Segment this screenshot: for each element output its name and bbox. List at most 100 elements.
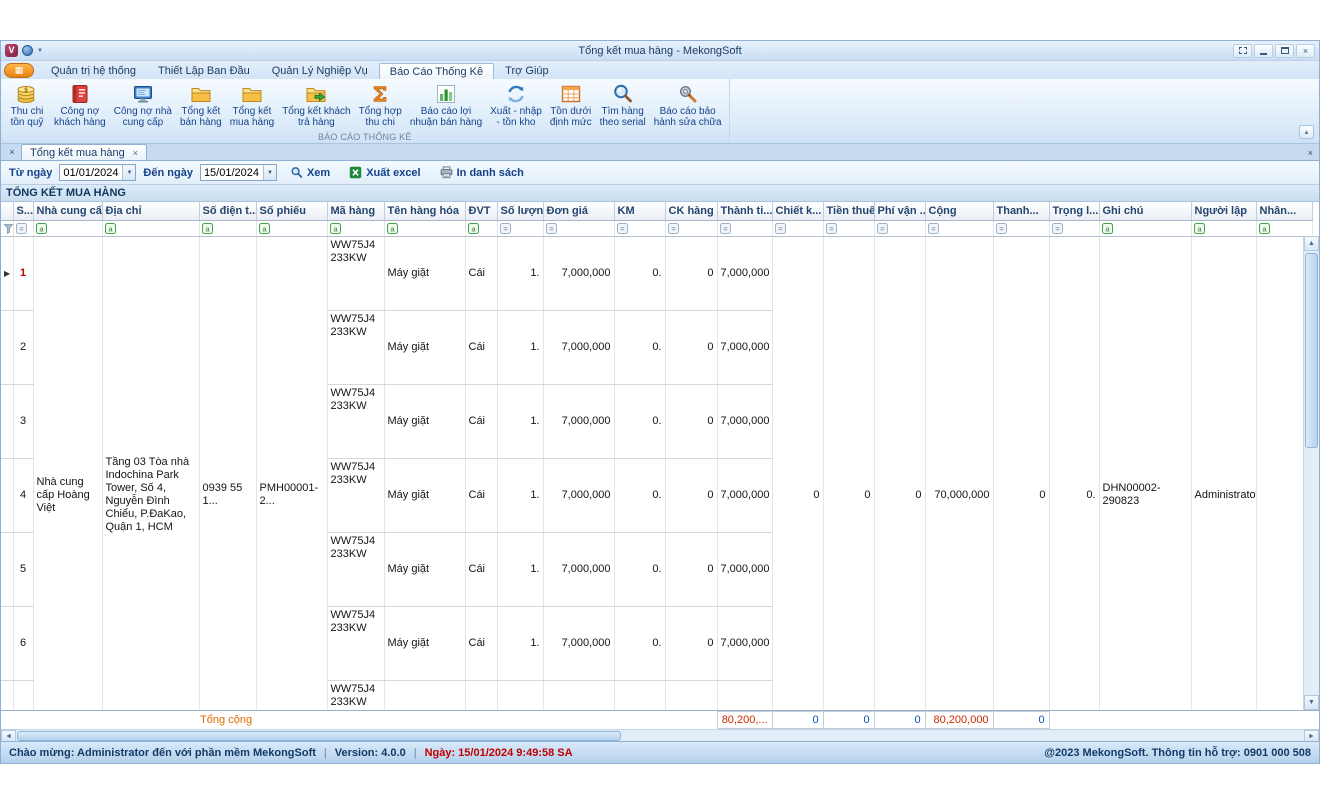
col-header-dvt[interactable]: ĐVT [465,202,497,220]
filter-cell-dvt[interactable]: a [465,220,497,236]
cell-ten[interactable] [384,680,465,710]
cell-cong[interactable]: 70,000,000 [925,236,993,710]
filter-cell-soluong[interactable]: = [497,220,543,236]
ton-duoi-dinh-muc-button[interactable]: Tồn dướiđịnh mức [546,80,596,130]
tab-close-icon[interactable]: × [133,148,138,158]
tim-hang-serial-button[interactable]: Tìm hàngtheo serial [596,80,650,130]
filter-cell-stt[interactable]: = [13,220,33,236]
filter-cell-tienthue[interactable]: = [823,220,874,236]
cell-km[interactable]: 0. [614,236,665,310]
maximize-button[interactable] [1275,44,1294,58]
cell-stt[interactable]: 6 [13,606,33,680]
ribbon-collapse-button[interactable]: ▴ [1299,125,1314,139]
cell-soluong[interactable]: 1. [497,384,543,458]
filter-cell-km[interactable]: = [614,220,665,236]
col-header-thanhtien[interactable]: Thành ti... [717,202,772,220]
filter-cell-ghichu[interactable]: a [1099,220,1191,236]
cell-km[interactable]: 0. [614,384,665,458]
cell-phivan[interactable]: 0 [874,236,925,710]
col-header-nguoilap[interactable]: Người lập [1191,202,1256,220]
col-header-tienthue[interactable]: Tiền thuế [823,202,874,220]
col-header-mahang[interactable]: Mã hàng [327,202,384,220]
filter-cell-sophieu[interactable]: a [256,220,327,236]
col-header-ck[interactable]: CK hàng [665,202,717,220]
cell-km[interactable] [614,680,665,710]
filter-cell-chietkhau[interactable]: = [772,220,823,236]
cell-thanhtien[interactable] [717,680,772,710]
cell-ghichu[interactable]: DHN00002-290823 [1099,236,1191,710]
col-header-soluong[interactable]: Số lượng [497,202,543,220]
cell-ten[interactable]: Máy giặt [384,384,465,458]
cong-no-khach-hang-button[interactable]: Công nợkhách hàng [50,80,110,130]
cell-dongia[interactable]: 7,000,000 [543,532,614,606]
cell-soluong[interactable] [497,680,543,710]
filter-cell-ten[interactable]: a [384,220,465,236]
cell-km[interactable]: 0. [614,458,665,532]
cell-ck[interactable]: 0 [665,236,717,310]
cell-dvt[interactable]: Cái [465,310,497,384]
cell-dongia[interactable]: 7,000,000 [543,310,614,384]
col-header-cong[interactable]: Cộng [925,202,993,220]
cell-diachi[interactable]: Tầng 03 Tòa nhà Indochina Park Tower, Số… [102,236,199,710]
tabbar-close-icon[interactable]: × [1308,148,1313,158]
cell-dongia[interactable] [543,680,614,710]
cell-stt[interactable]: 2 [13,310,33,384]
xuat-nhap-ton-kho-button[interactable]: Xuất - nhập- tồn kho [486,80,546,130]
col-header-sophieu[interactable]: Số phiếu [256,202,327,220]
cell-sdt[interactable]: 0939 55 1... [199,236,256,710]
cell-soluong[interactable]: 1. [497,458,543,532]
cell-dvt[interactable]: Cái [465,458,497,532]
bao-cao-bao-hanh-button[interactable]: Báo cáo bảohành sửa chữa [650,80,726,130]
cell-ten[interactable]: Máy giặt [384,532,465,606]
cell-mahang[interactable]: WW75J4233KW [327,532,384,606]
quick-access-dropdown-icon[interactable]: ▼ [37,48,43,54]
col-header-km[interactable]: KM [614,202,665,220]
quick-access-icon[interactable] [22,45,33,56]
cell-thanhtien[interactable]: 7,000,000 [717,384,772,458]
cell-dvt[interactable]: Cái [465,606,497,680]
cell-ck[interactable]: 0 [665,532,717,606]
export-excel-button[interactable]: Xuất excel [343,165,426,180]
ribbon-tab-5[interactable]: Trợ Giúp [494,62,559,79]
cell-soluong[interactable]: 1. [497,236,543,310]
fullscreen-button[interactable] [1233,44,1252,58]
cell-thanhtien[interactable]: 7,000,000 [717,606,772,680]
vertical-scroll-thumb[interactable] [1305,253,1318,448]
cell-stt[interactable]: 4 [13,458,33,532]
ribbon-tab-2[interactable]: Thiết Lập Ban Đầu [147,62,261,79]
cell-km[interactable]: 0. [614,532,665,606]
thu-chi-ton-quy-button[interactable]: $Thu chitồn quỹ [4,80,50,130]
horizontal-scroll-thumb[interactable] [17,731,621,741]
tong-hop-thu-chi-button[interactable]: Tổng hợpthu chi [355,80,406,130]
col-header-ncc[interactable]: Nhà cung cấp [33,202,102,220]
ribbon-tab-3[interactable]: Quản Lý Nghiệp Vụ [261,62,379,79]
scroll-up-icon[interactable]: ▲ [1304,236,1319,251]
cell-mahang[interactable]: WW75J4233KW [327,680,384,710]
cell-ck[interactable]: 0 [665,606,717,680]
cell-sophieu[interactable]: PMH00001-2... [256,236,327,710]
col-header-stt[interactable]: S... [13,202,33,220]
print-list-button[interactable]: In danh sách [434,165,530,180]
cell-tienthue[interactable]: 0 [823,236,874,710]
cell-mahang[interactable]: WW75J4233KW [327,310,384,384]
col-header-diachi[interactable]: Địa chỉ [102,202,199,220]
cell-ten[interactable]: Máy giặt [384,606,465,680]
cell-soluong[interactable]: 1. [497,310,543,384]
filter-cell-phivan[interactable]: = [874,220,925,236]
cell-dvt[interactable]: Cái [465,384,497,458]
close-button[interactable]: × [1296,44,1315,58]
cell-km[interactable]: 0. [614,606,665,680]
col-header-dongia[interactable]: Đơn giá [543,202,614,220]
horizontal-scrollbar[interactable]: ◄ ► [1,729,1319,741]
col-header-thanhtoan[interactable]: Thanh... [993,202,1049,220]
col-header-trongluong[interactable]: Trọng l... [1049,202,1099,220]
cell-mahang[interactable]: WW75J4233KW [327,458,384,532]
cell-ten[interactable]: Máy giặt [384,310,465,384]
cell-mahang[interactable]: WW75J4233KW [327,606,384,680]
to-date-input[interactable] [201,165,263,180]
ribbon-tab-4[interactable]: Báo Cáo Thống Kê [379,63,494,80]
filter-cell-nhan[interactable]: a [1256,220,1312,236]
cell-trongluong[interactable]: 0. [1049,236,1099,710]
filter-cell-ind[interactable] [1,220,13,236]
cell-ncc[interactable]: Nhà cung cấp Hoàng Việt [33,236,102,710]
